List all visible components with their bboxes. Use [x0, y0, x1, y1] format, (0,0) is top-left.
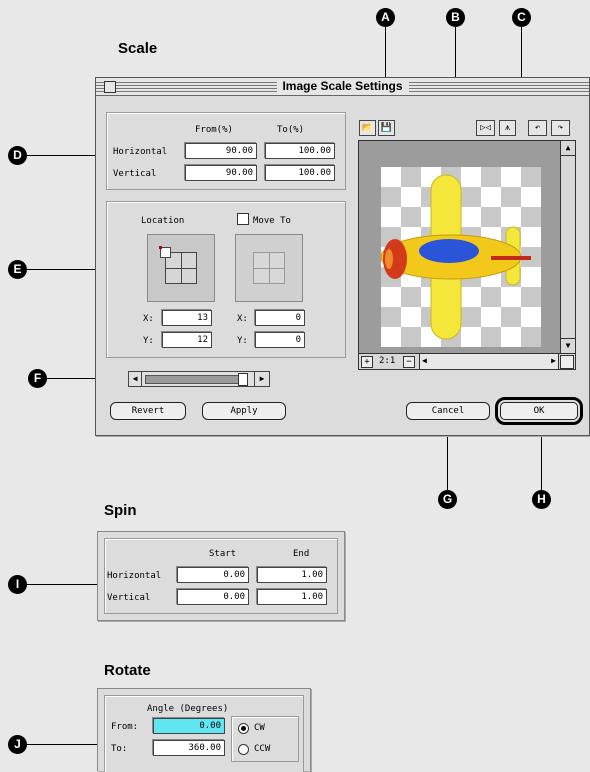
callout-h: H: [532, 490, 551, 509]
apply-button[interactable]: Apply: [202, 402, 286, 420]
preview-vertical-scrollbar[interactable]: ▲ ▼: [560, 141, 575, 353]
rotate-left-icon[interactable]: ↶: [528, 120, 547, 136]
move-to-checkbox[interactable]: [237, 213, 249, 225]
spin-group: Start End Horizontal 0.00 1.00 Vertical …: [104, 538, 338, 614]
move-y-label: Y:: [237, 336, 248, 346]
move-x-label: X:: [237, 314, 248, 324]
location-label: Location: [141, 216, 185, 226]
slider-track: [145, 375, 242, 384]
rotate-from-label: From:: [111, 722, 139, 732]
image-scale-settings-window: Image Scale Settings From(%) To(%) Horiz…: [95, 77, 590, 436]
rotate-to-field[interactable]: 360.00: [153, 740, 225, 756]
cw-label: CW: [254, 723, 265, 733]
slider-thumb[interactable]: [238, 373, 248, 386]
window-title: Image Scale Settings: [276, 78, 409, 95]
callout-e: E: [8, 260, 27, 279]
horizontal-label: Horizontal: [113, 147, 168, 157]
move-to-grid: [235, 234, 303, 302]
callout-g: G: [438, 490, 457, 509]
rotate-heading: Rotate: [104, 662, 151, 679]
rotate-right-icon[interactable]: ↷: [551, 120, 570, 136]
scale-slider[interactable]: ◀ ▶: [128, 371, 270, 387]
location-anchor-grid[interactable]: [147, 234, 215, 302]
spin-end-header: End: [293, 549, 310, 559]
open-folder-icon[interactable]: 📂: [359, 120, 376, 136]
ccw-radio[interactable]: [238, 744, 249, 755]
scale-heading: Scale: [118, 40, 158, 57]
location-x-label: X:: [143, 314, 154, 324]
airplane-image: [380, 174, 531, 340]
move-y-field[interactable]: 0: [255, 332, 305, 348]
spin-vertical-label: Vertical: [107, 593, 151, 603]
callout-f: F: [28, 369, 47, 388]
from-header: From(%): [195, 125, 233, 135]
spin-horizontal-start-field[interactable]: 0.00: [177, 567, 249, 583]
grow-box-icon[interactable]: [560, 355, 574, 369]
ccw-label: CCW: [254, 744, 271, 754]
angle-label: Angle (Degrees): [147, 704, 229, 714]
vertical-from-field[interactable]: 90.00: [185, 165, 257, 181]
direction-group: CW CCW: [231, 716, 299, 762]
window-titlebar[interactable]: Image Scale Settings: [96, 78, 589, 96]
spin-horizontal-end-field[interactable]: 1.00: [257, 567, 327, 583]
callout-j-line: [27, 744, 97, 745]
move-to-label: Move To: [253, 216, 291, 226]
spin-vertical-start-field[interactable]: 0.00: [177, 589, 249, 605]
scroll-up-arrow-icon[interactable]: ▲: [561, 141, 575, 156]
spin-vertical-end-field[interactable]: 1.00: [257, 589, 327, 605]
spin-start-header: Start: [209, 549, 237, 559]
cw-radio[interactable]: [238, 723, 249, 734]
ok-button[interactable]: OK: [495, 397, 583, 425]
callout-a: A: [376, 8, 395, 27]
horizontal-from-field[interactable]: 90.00: [185, 143, 257, 159]
save-disk-icon[interactable]: 💾: [378, 120, 395, 136]
close-box-icon[interactable]: [104, 81, 116, 93]
scroll-down-arrow-icon[interactable]: ▼: [561, 338, 575, 353]
location-y-label: Y:: [143, 336, 154, 346]
callout-j: J: [8, 735, 27, 754]
horizontal-to-field[interactable]: 100.00: [265, 143, 335, 159]
callout-e-line: [27, 269, 105, 270]
preview-canvas[interactable]: [380, 167, 541, 347]
location-y-field[interactable]: 12: [162, 332, 212, 348]
callout-c: C: [512, 8, 531, 27]
to-header: To(%): [277, 125, 305, 135]
preview-horizontal-scrollbar[interactable]: ◀ ▶: [419, 354, 559, 369]
rotate-from-field[interactable]: 0.00: [153, 718, 225, 734]
flip-vertical-icon[interactable]: ⩚: [499, 120, 516, 136]
move-x-field[interactable]: 0: [255, 310, 305, 326]
scroll-right-arrow-icon[interactable]: ▶: [551, 356, 556, 365]
revert-button[interactable]: Revert: [110, 402, 186, 420]
cancel-button[interactable]: Cancel: [406, 402, 490, 420]
scale-group: From(%) To(%) Horizontal 90.00 100.00 Ve…: [106, 112, 346, 190]
spin-horizontal-label: Horizontal: [107, 571, 162, 581]
callout-i: I: [8, 575, 27, 594]
callout-d: D: [8, 146, 27, 165]
rotate-to-label: To:: [111, 744, 128, 754]
vertical-label: Vertical: [113, 169, 157, 179]
zoom-out-icon[interactable]: −: [403, 356, 415, 368]
callout-b: B: [446, 8, 465, 27]
callout-i-line: [27, 584, 97, 585]
scroll-left-arrow-icon[interactable]: ◀: [422, 356, 427, 365]
zoom-level: 2:1: [379, 356, 396, 366]
slider-left-arrow-icon[interactable]: ◀: [129, 372, 142, 386]
callout-d-line: [27, 155, 105, 156]
zoom-in-icon[interactable]: +: [361, 356, 373, 368]
location-group: Location Move To X: 13 Y: 12 X: 0 Y: 0: [106, 201, 346, 358]
rotate-group: Angle (Degrees) From: 0.00 To: 360.00 CW…: [104, 695, 304, 772]
preview-bottom-bar: + 2:1 − ◀ ▶: [359, 353, 575, 369]
preview-pane: ▲ ▼ + 2:1 − ◀ ▶: [358, 140, 576, 370]
slider-right-arrow-icon[interactable]: ▶: [254, 372, 269, 386]
rotate-panel: Angle (Degrees) From: 0.00 To: 360.00 CW…: [97, 688, 311, 772]
vertical-to-field[interactable]: 100.00: [265, 165, 335, 181]
location-x-field[interactable]: 13: [162, 310, 212, 326]
spin-heading: Spin: [104, 502, 137, 519]
spin-panel: Start End Horizontal 0.00 1.00 Vertical …: [97, 531, 345, 621]
flip-horizontal-icon[interactable]: ▷◁: [476, 120, 495, 136]
